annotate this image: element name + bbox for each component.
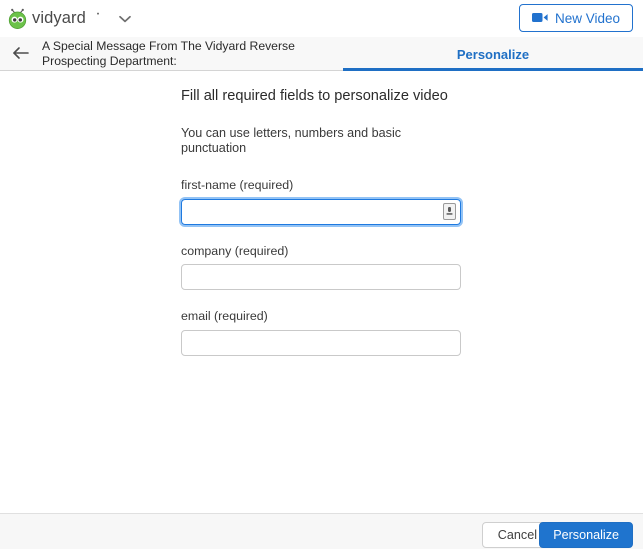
personalize-submit-button[interactable]: Personalize — [539, 522, 633, 548]
top-bar: vidyard New Video — [0, 0, 643, 37]
form-headline: Fill all required fields to personalize … — [181, 88, 448, 104]
field-email: email (required) — [181, 309, 461, 357]
back-button[interactable] — [11, 46, 29, 65]
vidyard-mascot-icon — [6, 7, 29, 30]
title-tab-row: A Special Message From The Vidyard Rever… — [0, 37, 643, 71]
form-subline: You can use letters, numbers and basic p… — [181, 125, 402, 155]
field-first-name-focus-shell — [179, 196, 463, 227]
tab-personalize[interactable]: Personalize — [343, 37, 643, 71]
tab-personalize-label: Personalize — [456, 46, 530, 62]
brand-wordmark: vidyard — [32, 9, 106, 28]
personalize-form: Fill all required fields to personalize … — [179, 88, 463, 375]
svg-text:vidyard: vidyard — [32, 9, 86, 27]
new-video-button[interactable]: New Video — [518, 4, 633, 32]
video-camera-icon — [531, 11, 548, 26]
field-company-label: company (required) — [181, 243, 289, 258]
email-input[interactable] — [181, 330, 461, 357]
main-content: Fill all required fields to personalize … — [0, 71, 643, 513]
arrow-left-icon — [12, 46, 29, 65]
brand-logo[interactable]: vidyard — [6, 5, 106, 33]
field-first-name-label: first-name (required) — [181, 177, 294, 192]
field-first-name: first-name (required) — [179, 177, 463, 227]
footer-bar: Cancel Personalize — [0, 513, 643, 549]
field-company: company (required) — [181, 244, 461, 291]
text-input-indicator-icon[interactable] — [443, 202, 456, 220]
new-video-label: New Video — [554, 10, 620, 26]
field-email-label: email (required) — [181, 309, 268, 324]
chevron-down-icon[interactable] — [117, 11, 133, 27]
document-title: A Special Message From The Vidyard Rever… — [42, 39, 295, 68]
first-name-input[interactable] — [181, 198, 461, 225]
company-input[interactable] — [181, 264, 461, 291]
